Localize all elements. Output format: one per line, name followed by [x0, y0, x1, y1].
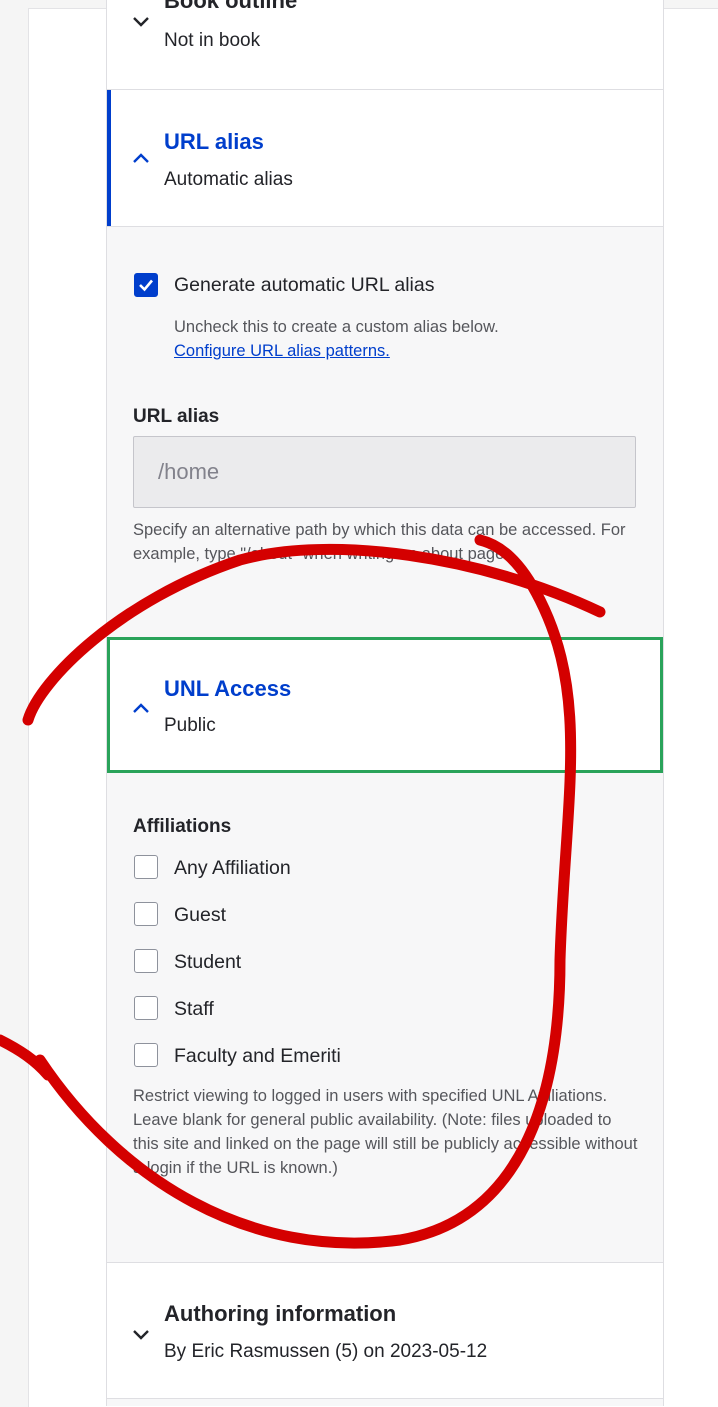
chevron-up-icon — [133, 153, 149, 163]
url-alias-field-label: URL alias — [133, 406, 220, 427]
affiliation-label-any[interactable]: Any Affiliation — [174, 857, 291, 880]
url-alias-title[interactable]: URL alias — [164, 129, 264, 155]
affiliation-label-student[interactable]: Student — [174, 951, 241, 974]
affiliations-label: Affiliations — [133, 816, 232, 837]
generate-alias-help: Uncheck this to create a custom alias be… — [174, 315, 634, 363]
affiliation-checkbox-student[interactable] — [134, 949, 158, 973]
affiliation-label-faculty[interactable]: Faculty and Emeriti — [174, 1045, 341, 1068]
affiliation-label-staff[interactable]: Staff — [174, 998, 214, 1021]
generate-alias-label[interactable]: Generate automatic URL alias — [174, 274, 435, 297]
unl-access-summary: Public — [164, 715, 216, 736]
authoring-information-summary: By Eric Rasmussen (5) on 2023-05-12 — [164, 1341, 488, 1362]
affiliation-checkbox-any[interactable] — [134, 855, 158, 879]
authoring-information-title[interactable]: Authoring information — [164, 1301, 396, 1327]
chevron-up-icon — [133, 703, 149, 713]
generate-alias-help-text: Uncheck this to create a custom alias be… — [174, 318, 499, 336]
book-outline-section[interactable]: Book outline Not in book — [107, 0, 663, 90]
affiliations-help: Restrict viewing to logged in users with… — [133, 1087, 638, 1177]
affiliation-checkbox-guest[interactable] — [134, 902, 158, 926]
unl-access-section[interactable]: UNL Access Public — [107, 637, 663, 773]
check-icon — [139, 279, 153, 292]
configure-patterns-link[interactable]: Configure URL alias patterns. — [174, 339, 634, 363]
unl-access-title[interactable]: UNL Access — [164, 676, 291, 702]
affiliation-checkbox-staff[interactable] — [134, 996, 158, 1020]
active-indicator — [107, 90, 111, 226]
book-outline-summary: Not in book — [164, 30, 261, 51]
url-alias-summary: Automatic alias — [164, 169, 293, 190]
url-alias-input[interactable] — [133, 436, 636, 508]
chevron-down-icon — [133, 1330, 149, 1340]
affiliation-checkbox-faculty[interactable] — [134, 1043, 158, 1067]
url-alias-help: Specify an alternative path by which thi… — [133, 521, 626, 563]
generate-alias-checkbox[interactable] — [134, 273, 158, 297]
node-settings-sidebar: Book outline Not in book URL alias Autom… — [106, 0, 664, 1406]
affiliation-label-guest[interactable]: Guest — [174, 904, 226, 927]
url-alias-section[interactable]: URL alias Automatic alias — [107, 90, 663, 227]
book-outline-title: Book outline — [164, 0, 298, 13]
chevron-down-icon — [133, 17, 149, 27]
authoring-information-section[interactable]: Authoring information By Eric Rasmussen … — [107, 1262, 663, 1399]
